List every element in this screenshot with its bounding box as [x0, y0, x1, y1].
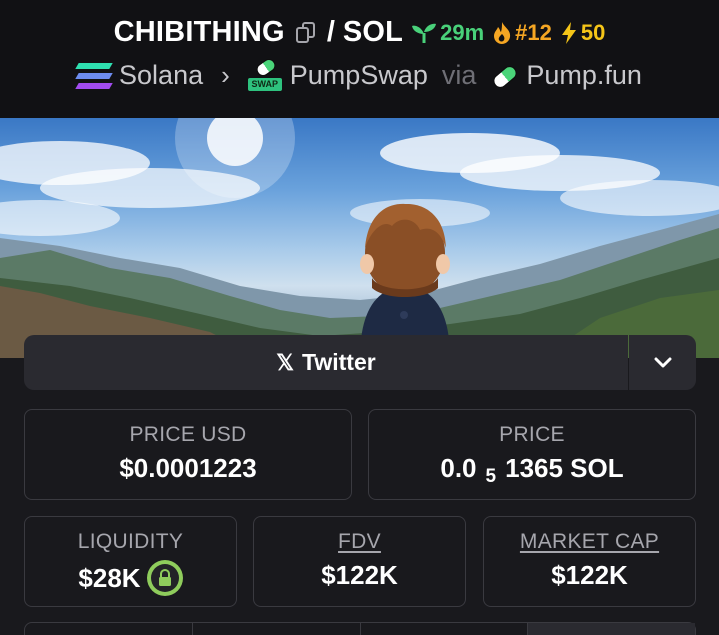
market-cap-label[interactable]: MARKET CAP: [484, 530, 695, 554]
price-native-prefix: 0.0: [440, 453, 477, 483]
price-native-card: PRICE 0.0 5 1365 SOL: [368, 409, 696, 500]
token-symbol: CHIBITHING: [113, 16, 285, 48]
chevron-down-icon: [654, 357, 671, 367]
twitter-link-button[interactable]: 𝕏 Twitter: [24, 335, 628, 390]
boost-value: 50: [580, 19, 606, 45]
rank-value: #12: [515, 19, 552, 45]
token-banner-image: [0, 118, 719, 358]
price-usd-card: PRICE USD $0.0001223: [24, 409, 352, 500]
market-cap-value: $122K: [551, 560, 628, 590]
via-label: via: [441, 60, 477, 90]
pair-separator: /: [326, 16, 335, 48]
launchpad-name[interactable]: Pump.fun: [526, 60, 642, 91]
timeframe-tab[interactable]: [193, 623, 361, 635]
socials-dropdown-button[interactable]: [629, 335, 696, 390]
copy-icon[interactable]: [295, 21, 317, 45]
price-native-zero-count: 5: [485, 465, 497, 487]
x-logo-icon: 𝕏: [276, 349, 295, 375]
price-native-label: PRICE: [499, 423, 565, 446]
timeframe-tabs: [24, 622, 696, 635]
pair-title-row: CHIBITHING / SOL 29m #12 50: [0, 16, 719, 49]
chain-name[interactable]: Solana: [119, 60, 203, 91]
pumpswap-logo: SWAP: [247, 55, 282, 91]
seedling-icon: [412, 23, 437, 43]
solana-logo: [75, 62, 113, 89]
dex-name[interactable]: PumpSwap: [290, 60, 428, 91]
timeframe-tab[interactable]: [361, 623, 529, 635]
pumpswap-logo-tag: SWAP: [247, 77, 282, 91]
liquidity-value: $28K: [78, 562, 141, 593]
liquidity-card: LIQUIDITY $28K: [24, 516, 237, 607]
chevron-right-icon: ›: [221, 60, 230, 90]
market-cap-card: MARKET CAP $122K: [483, 516, 696, 607]
timeframe-tab[interactable]: [25, 623, 193, 635]
pumpfun-logo: [490, 62, 520, 91]
quote-symbol: SOL: [342, 16, 404, 48]
liquidity-value-row: $28K: [25, 560, 236, 596]
price-usd-value: $0.0001223: [119, 453, 257, 483]
age-badge: 29m: [411, 20, 484, 46]
fdv-card: FDV $122K: [253, 516, 466, 607]
age-value: 29m: [440, 19, 485, 45]
price-native-value: 0.0 5 1365 SOL: [369, 453, 695, 487]
chain-row: Solana › SWAP PumpSwap via Pump.fun: [0, 55, 719, 91]
twitter-label: Twitter: [302, 349, 376, 375]
rank-badge[interactable]: #12: [492, 20, 552, 46]
price-usd-label: PRICE USD: [129, 423, 247, 446]
banner-illustration: [0, 118, 719, 358]
fdv-value: $122K: [321, 560, 398, 590]
boost-badge[interactable]: 50: [560, 20, 605, 46]
timeframe-tab[interactable]: [528, 623, 695, 635]
flame-icon: [494, 21, 511, 44]
pair-header: CHIBITHING / SOL 29m #12 50 Solana › SWA…: [0, 0, 719, 118]
liquidity-label: LIQUIDITY: [77, 530, 184, 553]
price-native-suffix: 1365 SOL: [505, 453, 624, 483]
fdv-label[interactable]: FDV: [254, 530, 465, 554]
lightning-icon: [561, 21, 576, 44]
lock-icon[interactable]: [146, 560, 183, 596]
